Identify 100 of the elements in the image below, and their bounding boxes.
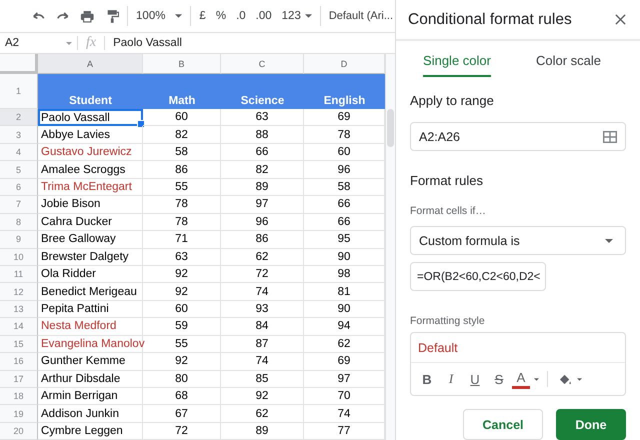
range-field[interactable]: A2:A26 [410, 122, 626, 151]
table-cell: Bree Galloway [38, 231, 143, 248]
table-cell: 67 [143, 405, 221, 423]
row-number[interactable]: 10 [0, 248, 38, 266]
currency-button[interactable]: £ [197, 10, 208, 22]
table-cell: 63 [143, 248, 221, 266]
table-cell: 66 [221, 144, 304, 162]
row-number[interactable]: 3 [0, 126, 38, 144]
table-cell: 59 [143, 318, 221, 336]
row-number[interactable]: 16 [0, 353, 38, 371]
number-format-dropdown[interactable]: 123 [280, 10, 314, 22]
column-header[interactable]: B [143, 54, 221, 74]
table-cell: 92 [143, 266, 221, 284]
table-cell: 80 [143, 370, 221, 388]
row-number[interactable]: 12 [0, 283, 38, 301]
table-cell: 74 [221, 353, 304, 371]
row-number[interactable]: 9 [0, 231, 38, 248]
table-cell: Paolo Vassall [38, 109, 143, 126]
row-number[interactable]: 20 [0, 422, 38, 440]
text-color-button[interactable]: A [512, 369, 530, 389]
table-cell: 92 [143, 353, 221, 371]
row-number[interactable]: 5 [0, 161, 38, 179]
percent-button[interactable]: % [214, 10, 228, 22]
close-icon[interactable] [615, 14, 626, 25]
zoom-dropdown[interactable]: 100% [134, 10, 184, 22]
column-header[interactable]: A [38, 54, 143, 74]
font-dropdown[interactable]: Default (Ari... [326, 10, 395, 22]
formula-field[interactable]: =OR(B2<60,C2<60,D2< [410, 262, 546, 291]
condition-dropdown[interactable]: Custom formula is [410, 226, 626, 255]
caret-icon [605, 238, 613, 242]
column-header[interactable]: D [304, 54, 385, 74]
formula-field[interactable]: Paolo Vassall [105, 37, 182, 49]
caret-icon[interactable] [577, 378, 582, 380]
fx-label: fx [85, 35, 98, 51]
bold-button[interactable]: B [416, 368, 438, 390]
table-cell: Nesta Medford [38, 318, 143, 336]
strikethrough-button[interactable]: S [488, 368, 510, 390]
table-cell: 89 [221, 178, 304, 196]
caret-icon[interactable] [534, 378, 539, 380]
table-cell: 82 [221, 161, 304, 179]
italic-button[interactable]: I [440, 368, 462, 390]
table-cell: Brewster Dalgety [38, 248, 143, 266]
name-box[interactable]: A2 [0, 37, 66, 49]
header-cell: Science [221, 74, 304, 109]
row-number[interactable]: 2 [0, 109, 38, 126]
table-cell: Ola Ridder [38, 266, 143, 284]
print-icon[interactable] [80, 8, 95, 24]
table-cell: Benedict Merigeau [38, 283, 143, 301]
table-cell: 97 [221, 196, 304, 214]
header-cell: English [304, 74, 385, 109]
table-cell: 58 [143, 144, 221, 162]
row-number[interactable]: 7 [0, 196, 38, 214]
table-cell: 78 [143, 214, 221, 232]
caret-icon[interactable] [66, 42, 72, 44]
table-cell: 71 [143, 231, 221, 248]
row-number[interactable]: 18 [0, 388, 38, 406]
table-cell: 60 [143, 300, 221, 318]
caret-icon [304, 14, 312, 18]
row-number[interactable]: 15 [0, 336, 38, 354]
table-cell: 72 [143, 422, 221, 440]
tab[interactable]: Single color [423, 41, 491, 77]
row-number[interactable]: 11 [0, 266, 38, 284]
table-cell: 68 [143, 388, 221, 406]
table-cell: 74 [221, 283, 304, 301]
table-cell: 55 [143, 178, 221, 196]
table-cell: Pepita Pattini [38, 300, 143, 318]
row-number[interactable]: 8 [0, 214, 38, 232]
grid-icon[interactable] [603, 130, 617, 142]
row-number[interactable]: 1 [0, 74, 38, 109]
tab[interactable]: Color scale [536, 41, 602, 77]
paint-format-icon[interactable] [104, 8, 120, 24]
cancel-button[interactable]: Cancel [463, 409, 543, 440]
row-number[interactable]: 17 [0, 370, 38, 388]
field-label: Format cells if… [410, 205, 487, 217]
table-cell: 88 [221, 126, 304, 144]
table-cell: 62 [221, 405, 304, 423]
decrease-decimals-button[interactable]: .0 [234, 10, 248, 22]
row-number[interactable]: 19 [0, 405, 38, 423]
caret-icon [175, 14, 182, 18]
done-button[interactable]: Done [556, 409, 626, 440]
table-cell: 78 [143, 196, 221, 214]
table-cell: 63 [221, 109, 304, 126]
field-label: Formatting style [410, 315, 486, 327]
table-cell: 60 [143, 109, 221, 126]
column-header[interactable]: C [221, 54, 304, 74]
section-heading: Format rules [410, 173, 484, 188]
table-cell: Armin Berrigan [38, 388, 143, 406]
row-number[interactable]: 6 [0, 178, 38, 196]
row-number[interactable]: 13 [0, 300, 38, 318]
table-cell: 93 [221, 300, 304, 318]
panel-title: Conditional format rules [408, 10, 572, 28]
scrollbar-thumb[interactable] [387, 109, 394, 147]
fill-color-icon[interactable] [558, 372, 573, 386]
table-cell: Jobie Bison [38, 196, 143, 214]
table-cell: Abbye Lavies [38, 126, 143, 144]
row-number[interactable]: 4 [0, 144, 38, 162]
style-preview[interactable]: Default [411, 333, 625, 363]
increase-decimals-button[interactable]: .00 [254, 10, 274, 22]
row-number[interactable]: 14 [0, 318, 38, 336]
underline-button[interactable]: U [464, 368, 486, 390]
